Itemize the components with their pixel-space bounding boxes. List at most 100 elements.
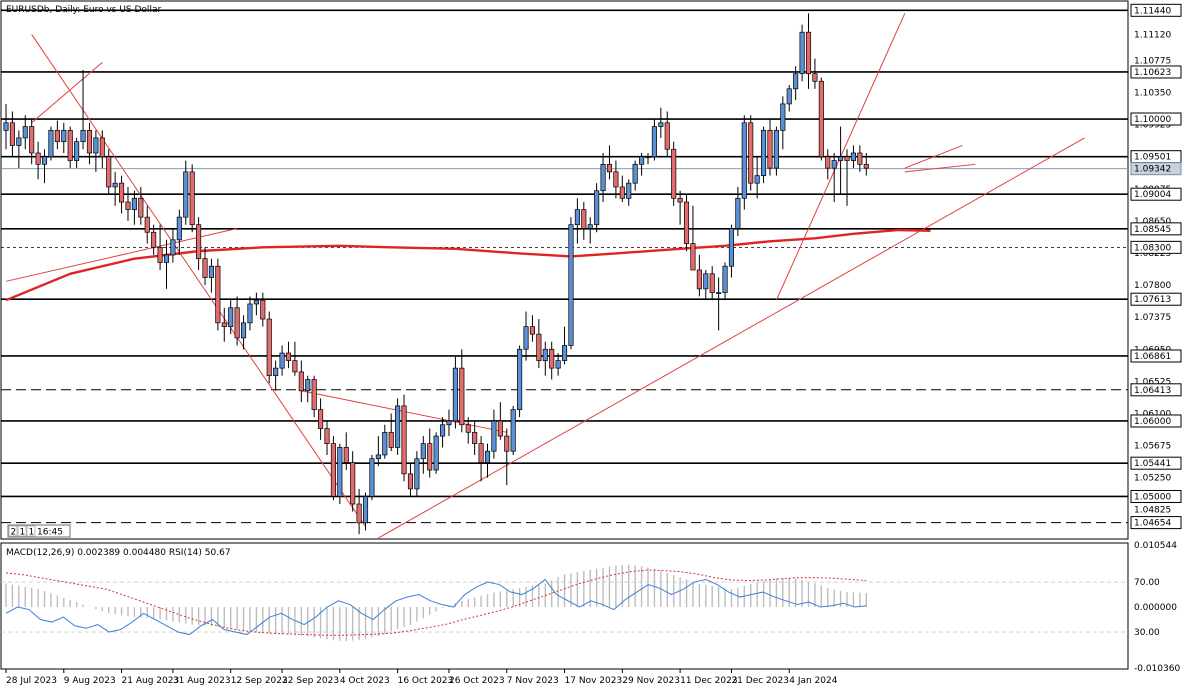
candle-body — [574, 209, 580, 226]
candle-body — [298, 371, 304, 392]
candle-body — [324, 428, 330, 444]
candle-body — [29, 126, 35, 154]
candle-body — [773, 129, 779, 169]
date-tick-label: 4 Jan 2024 — [789, 676, 837, 686]
candle-body — [606, 163, 613, 173]
candle-body — [285, 352, 292, 361]
period-buttons[interactable]: 2 1 1 16:45 — [7, 524, 71, 538]
candle-body — [305, 379, 311, 392]
level-price-label: 1.06861 — [1134, 352, 1171, 362]
level-price-label: 1.05441 — [1134, 459, 1171, 469]
candle-body — [343, 447, 349, 463]
candle-body — [651, 126, 657, 158]
candle-body — [144, 216, 150, 233]
candle-body — [266, 318, 272, 377]
candle — [369, 454, 375, 501]
date-tick-label: 9 Aug 2023 — [64, 676, 116, 686]
candle-body — [472, 431, 478, 444]
price-tick-label: 1.10775 — [1134, 57, 1171, 67]
period-button-1-label: 2 — [11, 528, 17, 538]
candle-body — [799, 31, 805, 75]
period-button-2-label: 1 — [20, 528, 26, 538]
indicator-tick-label: 0.000000 — [1134, 603, 1177, 613]
candle — [517, 345, 523, 418]
candle-body — [761, 129, 767, 176]
candle — [741, 115, 747, 210]
candle-body — [510, 409, 516, 452]
chart-title: EURUSDb, Daily: Euro vs US Dollar — [6, 5, 161, 15]
candle-body — [61, 129, 67, 143]
indicator-tick-label: -0.010360 — [1134, 664, 1180, 674]
candle-body — [619, 186, 625, 199]
date-tick-label: 17 Nov 2023 — [565, 676, 623, 686]
candle — [818, 77, 824, 161]
candle-body — [427, 443, 433, 471]
candle-body — [311, 379, 317, 411]
candle-body — [208, 265, 214, 278]
candle-body — [748, 122, 754, 184]
candle-body — [626, 182, 632, 199]
candle-body — [825, 156, 831, 169]
candle-body — [375, 454, 381, 460]
candle-body — [645, 156, 651, 159]
candle-body — [228, 307, 234, 327]
level-price-label: 1.06413 — [1134, 386, 1171, 396]
candle-body — [683, 201, 690, 244]
candle-body — [850, 152, 856, 161]
candle-body — [677, 197, 683, 203]
candle-body — [157, 247, 163, 263]
price-tick-label: 1.07800 — [1134, 281, 1171, 291]
candle-body — [48, 129, 54, 158]
candle — [266, 311, 272, 384]
candle-body — [722, 265, 728, 293]
candle-body — [671, 148, 677, 199]
candle-body — [587, 224, 593, 229]
trading-chart[interactable]: 1.111201.107751.103501.099251.090751.086… — [0, 0, 1182, 690]
candle-body — [863, 163, 869, 169]
candle-body — [138, 197, 144, 218]
level-price-label: 1.08545 — [1134, 225, 1171, 235]
candle-body — [517, 348, 523, 411]
candle — [748, 115, 754, 191]
candle-body — [767, 129, 773, 169]
candle-body — [86, 129, 93, 154]
candle — [761, 126, 767, 184]
candle-body — [234, 307, 240, 339]
candle-body — [362, 496, 369, 524]
date-tick-label: 21 Aug 2023 — [122, 676, 180, 686]
candle-body — [838, 156, 844, 161]
candle-body — [247, 303, 253, 324]
candle-body — [74, 141, 80, 161]
candle-body — [401, 405, 407, 475]
candle-body — [318, 409, 324, 429]
candle-body — [395, 405, 401, 448]
candle-body — [292, 360, 298, 373]
period-button-3-label: 1 — [29, 528, 35, 538]
candle — [395, 398, 401, 455]
candle — [48, 126, 54, 161]
candle-body — [594, 190, 600, 226]
candle-body — [131, 197, 137, 210]
candle-body — [163, 254, 170, 263]
candle-body — [696, 269, 702, 290]
candle-body — [497, 420, 503, 437]
candle-body — [215, 265, 221, 324]
candle-body — [478, 443, 484, 463]
candle-body — [632, 163, 638, 184]
candle-body — [664, 122, 670, 150]
candle — [510, 405, 516, 455]
candle-body — [446, 420, 452, 426]
candle-body — [35, 152, 41, 165]
candle-body — [793, 73, 799, 90]
candle-body — [754, 175, 760, 184]
date-tick-label: 31 Aug 2023 — [173, 676, 231, 686]
candle-body — [22, 126, 28, 139]
candle — [330, 436, 336, 501]
candle-body — [529, 326, 535, 335]
candle-body — [221, 322, 227, 327]
level-price-label: 1.05000 — [1134, 492, 1171, 502]
date-tick-label: 21 Dec 2023 — [731, 676, 789, 686]
candle-body — [523, 326, 529, 350]
indicator-header: MACD(12,26,9) 0.002389 0.004480 RSI(14) … — [6, 548, 231, 558]
candle-body — [54, 129, 60, 143]
